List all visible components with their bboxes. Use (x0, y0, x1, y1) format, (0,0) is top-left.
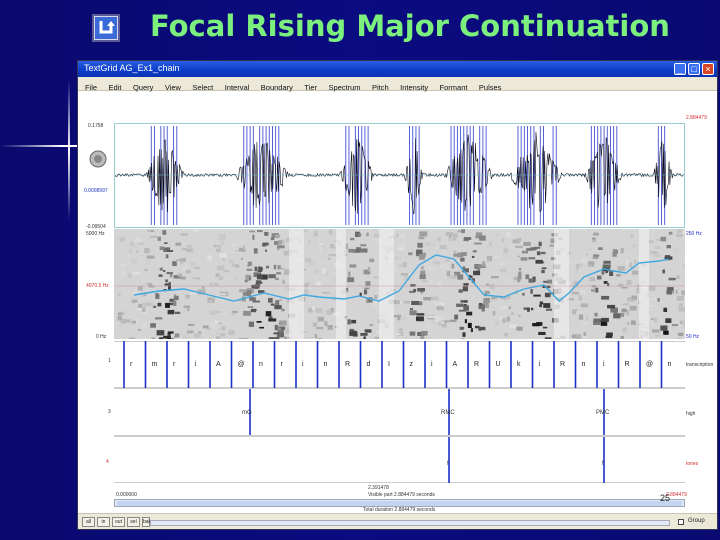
tier-1-number: 1 (108, 358, 111, 364)
phone-label: z (410, 361, 414, 368)
decorative-cross-vertical (68, 80, 70, 220)
pitch-bottom-label: 50 Hz (686, 334, 700, 340)
window-title: TextGrid AG_Ex1_chain (84, 63, 180, 73)
pitch-top-label: 250 Hz (686, 231, 702, 237)
return-arrow-icon (95, 17, 117, 39)
textgrid-tiers[interactable]: r m r i A @ n r i n Rd Iz i A R Uk i Rn i R @ nmG RMC PMCf f (114, 341, 685, 483)
zoom-in-button[interactable]: in (97, 517, 110, 527)
tier-3-name: high (686, 411, 696, 417)
phone-label: @ (238, 361, 245, 368)
phone-label: R (560, 361, 565, 368)
tier-3-number: 3 (108, 409, 111, 415)
phone-label: i (603, 361, 605, 368)
menu-boundary[interactable]: Boundary (261, 81, 293, 94)
tone-label: PMC (596, 410, 610, 416)
phone-label: @ (646, 361, 653, 368)
phone-label: A (453, 361, 458, 368)
menu-interval[interactable]: Interval (225, 81, 250, 94)
phone-label: n (324, 361, 328, 368)
menu-pitch[interactable]: Pitch (372, 81, 389, 94)
spectrogram-panel[interactable] (114, 229, 685, 339)
phone-label: m (152, 361, 158, 368)
tier-4-number: 4 (106, 459, 109, 465)
phone-label: n (582, 361, 586, 368)
phone-label: r (130, 361, 133, 368)
zoom-back-button[interactable]: bak (142, 517, 151, 527)
cursor-time: 2.391478 (368, 485, 389, 491)
phone-label: i (431, 361, 433, 368)
phone-label: A (216, 361, 221, 368)
phone-label: r (173, 361, 176, 368)
menu-select[interactable]: Select (192, 81, 213, 94)
minimize-button[interactable]: _ (674, 63, 686, 75)
menu-edit[interactable]: Edit (109, 81, 122, 94)
window-scrollbar[interactable] (150, 520, 670, 526)
phone-label: i (195, 361, 197, 368)
close-button[interactable]: × (702, 63, 714, 75)
group-checkbox[interactable] (678, 519, 684, 525)
back-button[interactable] (92, 14, 120, 42)
textgrid-window: TextGrid AG_Ex1_chain _ □ × File Edit Qu… (77, 60, 718, 530)
menu-file[interactable]: File (85, 81, 97, 94)
zoom-all-button[interactable]: all (82, 517, 95, 527)
formant-label: 4070.5 Hz (86, 283, 109, 289)
wave-right-time: 2.884479 (686, 115, 707, 121)
page-number: 25 (660, 493, 671, 503)
menu-pulses[interactable]: Pulses (479, 81, 502, 94)
zoom-out-button[interactable]: out (112, 517, 125, 527)
slide-title: Focal Rising Major Continuation (150, 9, 670, 43)
phone-label: I (388, 361, 390, 368)
tone-label: mG (242, 410, 252, 416)
waveform-panel[interactable] (114, 123, 685, 228)
phone-label: r (281, 361, 284, 368)
group-label: Group (688, 518, 705, 524)
visible-part: Visible part 2.884479 seconds (368, 492, 435, 498)
phone-label: i (302, 361, 304, 368)
menu-tier[interactable]: Tier (304, 81, 317, 94)
phone-label: R (625, 361, 630, 368)
left-time: 0.000000 (116, 492, 137, 498)
freq-top-label: 5000 Hz (86, 231, 105, 237)
phone-label: k (517, 361, 521, 368)
scroll-thumb[interactable] (117, 501, 682, 506)
menu-view[interactable]: View (165, 81, 181, 94)
bottom-bar: all in out sel bak Group (78, 513, 717, 529)
menu-spectrum[interactable]: Spectrum (328, 81, 360, 94)
menu-query[interactable]: Query (133, 81, 153, 94)
phone-label: n (668, 361, 672, 368)
menu-intensity[interactable]: Intensity (400, 81, 428, 94)
tone-label: RMC (441, 410, 455, 416)
maximize-button[interactable]: □ (688, 63, 700, 75)
tier-1-name: transcription (686, 362, 714, 368)
window-titlebar: TextGrid AG_Ex1_chain _ □ × (78, 61, 717, 77)
time-scrollbar[interactable] (114, 499, 685, 507)
tier-4-name: tones (686, 461, 699, 467)
menu-formant[interactable]: Formant (440, 81, 468, 94)
phone-label: d (367, 361, 371, 368)
phone-label: R (474, 361, 479, 368)
wave-top-value: 0.1758 (88, 123, 104, 129)
phone-label: U (496, 361, 501, 368)
wave-mid-value: 0.0008997 (84, 188, 108, 194)
zoom-sel-button[interactable]: sel (127, 517, 140, 527)
phone-label: R (345, 361, 350, 368)
speaker-icon[interactable] (88, 149, 108, 169)
phone-label: n (259, 361, 263, 368)
freq-bottom-label: 0 Hz (96, 334, 107, 340)
wave-bottom-value: -0.09504 (86, 224, 106, 230)
menu-bar: File Edit Query View Select Interval Bou… (78, 77, 717, 94)
phone-label: i (539, 361, 541, 368)
